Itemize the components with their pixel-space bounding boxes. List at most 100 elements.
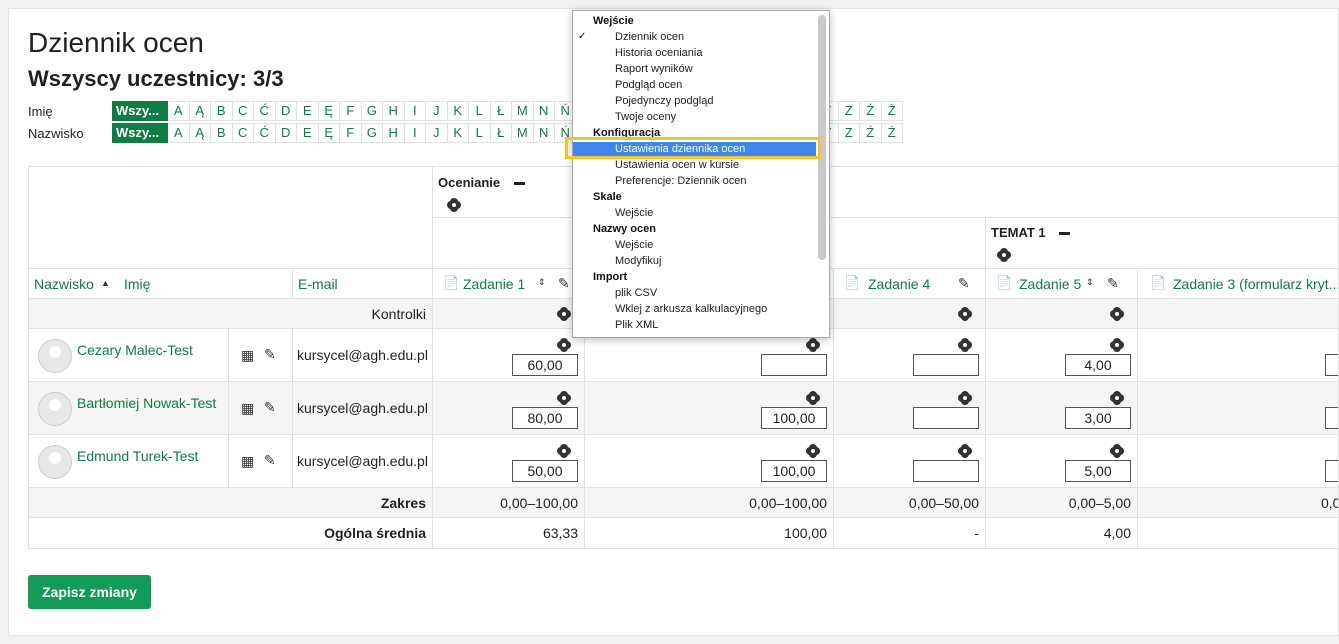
pencil-icon[interactable]: ✎ xyxy=(1107,275,1119,292)
letter-link[interactable]: I xyxy=(404,101,426,121)
letter-link[interactable]: I xyxy=(404,123,426,143)
lastname-filter-all[interactable]: Wszy... xyxy=(112,123,168,143)
avatar[interactable] xyxy=(38,445,72,479)
gear-icon[interactable] xyxy=(1110,444,1124,458)
letter-link[interactable]: L xyxy=(469,101,491,121)
letter-link[interactable]: Ć xyxy=(254,123,276,143)
letter-link[interactable]: E xyxy=(297,123,319,143)
grade-input[interactable]: 3,00 xyxy=(1065,407,1131,429)
menu-item-ustawienia-ocen[interactable]: Ustawienia ocen w kursie xyxy=(615,159,739,171)
gear-icon[interactable] xyxy=(958,338,972,352)
letter-link[interactable]: F xyxy=(340,123,362,143)
letter-link[interactable]: Ą xyxy=(189,101,211,121)
grade-input[interactable]: 50,00 xyxy=(512,460,578,482)
gear-icon[interactable] xyxy=(1110,338,1124,352)
gear-icon[interactable] xyxy=(1110,307,1124,321)
letter-link[interactable]: H xyxy=(383,123,405,143)
grade-input[interactable] xyxy=(1325,407,1338,429)
letter-link[interactable]: C xyxy=(232,101,254,121)
item-link-zadanie-3[interactable]: Zadanie 3 (formularz kryt... xyxy=(1173,276,1338,292)
letter-link[interactable]: Z xyxy=(838,101,860,121)
menu-item-pojedynczy[interactable]: Pojedynczy podgląd xyxy=(615,95,713,107)
letter-link[interactable]: F xyxy=(340,101,362,121)
letter-link[interactable]: Ż xyxy=(881,101,903,121)
sort-firstname-link[interactable]: Imię xyxy=(124,276,150,292)
gear-icon[interactable] xyxy=(997,248,1011,262)
letter-link[interactable]: K xyxy=(447,123,469,143)
letter-link[interactable]: Ż xyxy=(881,123,903,143)
menu-item-historia[interactable]: Historia oceniania xyxy=(615,47,702,59)
gear-icon[interactable] xyxy=(557,338,571,352)
student-name-link[interactable]: Cezary Malec-Test xyxy=(77,342,193,358)
gear-icon[interactable] xyxy=(1110,391,1124,405)
grade-input[interactable] xyxy=(761,354,827,376)
item-link-zadanie-4[interactable]: Zadanie 4 xyxy=(868,276,930,292)
letter-link[interactable]: N xyxy=(533,123,555,143)
letter-link[interactable]: Ł xyxy=(490,123,512,143)
collapse-icon[interactable] xyxy=(514,182,525,185)
letter-link[interactable]: Ź xyxy=(860,101,882,121)
gear-icon[interactable] xyxy=(557,444,571,458)
grade-input[interactable]: 60,00 xyxy=(512,354,578,376)
grade-input[interactable]: 5,00 xyxy=(1065,460,1131,482)
grade-input[interactable]: 80,00 xyxy=(512,407,578,429)
letter-link[interactable]: H xyxy=(383,101,405,121)
collapse-icon[interactable] xyxy=(1059,232,1070,235)
grader-navigation-menu[interactable]: Wejście ✓ Dziennik ocen Historia ocenian… xyxy=(572,10,830,338)
student-name-link[interactable]: Bartłomiej Nowak-Test xyxy=(77,395,216,411)
grade-input[interactable] xyxy=(1325,460,1338,482)
menu-item-wklej[interactable]: Wklej z arkusza kalkulacyjnego xyxy=(615,303,767,315)
menu-item-preferencje[interactable]: Preferencje: Dziennik ocen xyxy=(615,175,746,187)
student-name-link[interactable]: Edmund Turek-Test xyxy=(77,448,198,464)
sort-lastname-link[interactable]: Nazwisko xyxy=(34,276,94,292)
grid-icon[interactable]: ▦ xyxy=(241,347,254,364)
menu-item-dziennik-ocen[interactable]: Dziennik ocen xyxy=(615,31,684,43)
item-link-zadanie-5[interactable]: Zadanie 5 xyxy=(1019,276,1081,292)
menu-item-nazwy-wejscie[interactable]: Wejście xyxy=(615,239,653,251)
sort-icon[interactable]: ⇕ xyxy=(538,277,546,288)
menu-item-twoje-oceny[interactable]: Twoje oceny xyxy=(615,111,676,123)
avatar[interactable] xyxy=(38,392,72,426)
pencil-icon[interactable]: ✎ xyxy=(264,346,276,363)
letter-link[interactable]: M xyxy=(512,123,534,143)
letter-link[interactable]: Ź xyxy=(860,123,882,143)
menu-item-skale-wejscie[interactable]: Wejście xyxy=(615,207,653,219)
gear-icon[interactable] xyxy=(958,307,972,321)
letter-link[interactable]: D xyxy=(275,123,297,143)
grid-icon[interactable]: ▦ xyxy=(241,453,254,470)
grid-icon[interactable]: ▦ xyxy=(241,400,254,417)
gear-icon[interactable] xyxy=(806,391,820,405)
gear-icon[interactable] xyxy=(958,444,972,458)
letter-link[interactable]: J xyxy=(426,123,448,143)
grade-input[interactable]: 100,00 xyxy=(761,460,827,482)
firstname-filter-all[interactable]: Wszy... xyxy=(112,101,168,121)
letter-link[interactable]: K xyxy=(447,101,469,121)
menu-item-raport[interactable]: Raport wyników xyxy=(615,63,693,75)
grade-input[interactable] xyxy=(913,407,979,429)
grade-input[interactable]: 100,00 xyxy=(761,407,827,429)
letter-link[interactable]: J xyxy=(426,101,448,121)
sort-asc-icon[interactable]: ▲ xyxy=(101,278,110,288)
menu-item-podglad[interactable]: Podgląd ocen xyxy=(615,79,682,91)
grade-input[interactable] xyxy=(1325,354,1338,376)
letter-link[interactable]: G xyxy=(361,123,383,143)
save-changes-button[interactable]: Zapisz zmiany xyxy=(28,575,151,609)
letter-link[interactable]: Ł xyxy=(490,101,512,121)
letter-link[interactable]: C xyxy=(232,123,254,143)
gear-icon[interactable] xyxy=(806,338,820,352)
grade-input[interactable] xyxy=(913,460,979,482)
pencil-icon[interactable]: ✎ xyxy=(264,452,276,469)
letter-link[interactable]: M xyxy=(512,101,534,121)
grade-input[interactable] xyxy=(913,354,979,376)
letter-link[interactable]: Z xyxy=(838,123,860,143)
letter-link[interactable]: B xyxy=(211,123,233,143)
letter-link[interactable]: A xyxy=(168,101,190,121)
gear-icon[interactable] xyxy=(557,391,571,405)
pencil-icon[interactable]: ✎ xyxy=(558,275,570,292)
grade-input[interactable]: 4,00 xyxy=(1065,354,1131,376)
letter-link[interactable]: G xyxy=(361,101,383,121)
menu-item-plik-csv[interactable]: plik CSV xyxy=(615,287,657,299)
avatar[interactable] xyxy=(38,339,72,373)
letter-link[interactable]: E xyxy=(297,101,319,121)
pencil-icon[interactable]: ✎ xyxy=(264,399,276,416)
